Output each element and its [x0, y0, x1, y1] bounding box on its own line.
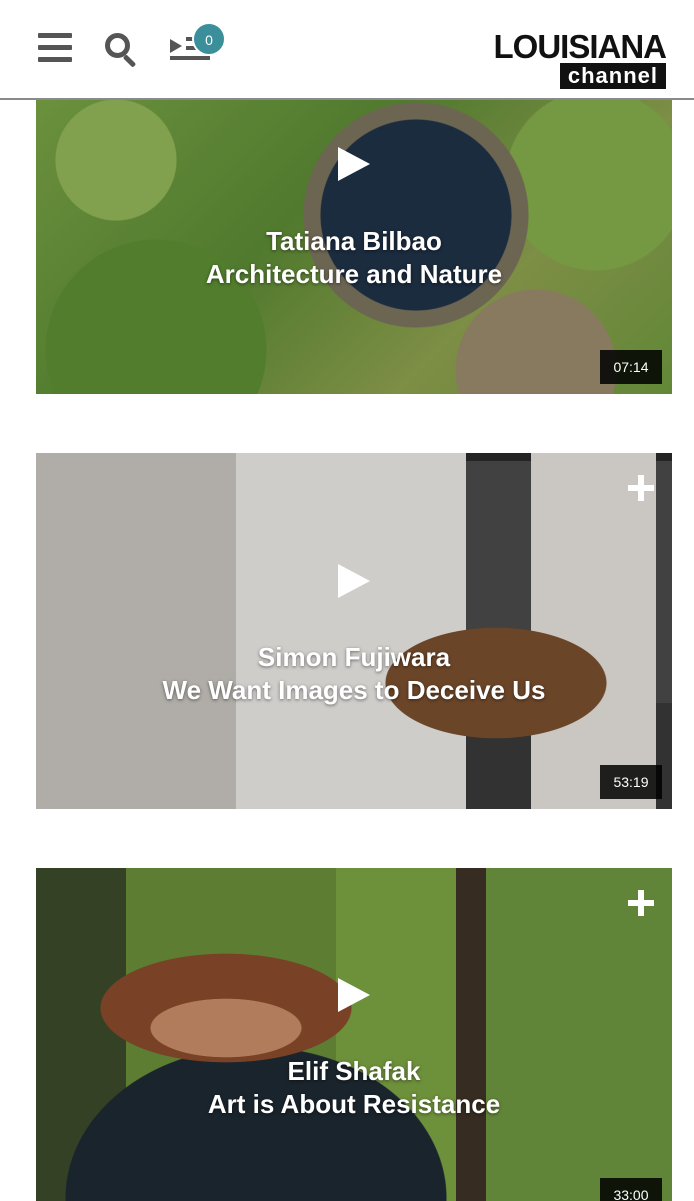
add-to-playlist-icon[interactable]	[628, 890, 654, 916]
search-icon[interactable]	[105, 33, 139, 68]
video-card[interactable]: Tatiana Bilbao Architecture and Nature 0…	[36, 100, 672, 394]
hamburger-menu-icon[interactable]	[38, 33, 72, 63]
louisiana-channel-logo[interactable]: LOUISIANA channel	[460, 28, 668, 90]
video-title-line-2: Art is About Resistance	[207, 1089, 501, 1119]
video-title-line-1: Tatiana Bilbao	[266, 226, 442, 256]
thumbnail-image	[36, 453, 672, 809]
top-header: 0 LOUISIANA channel	[0, 0, 694, 100]
thumbnail-image	[36, 868, 672, 1201]
logo-wordmark: LOUISIANA	[493, 28, 668, 65]
playlist-count-badge[interactable]: 0	[192, 22, 226, 56]
add-to-playlist-icon[interactable]	[628, 475, 654, 501]
duration-badge: 33:00	[600, 1178, 662, 1201]
video-title-line-2: We Want Images to Deceive Us	[162, 675, 546, 705]
duration-badge: 53:19	[600, 765, 662, 799]
video-title: Elif Shafak Art is About Resistance	[36, 1055, 672, 1121]
play-icon[interactable]	[338, 978, 370, 1012]
duration-badge: 07:14	[600, 350, 662, 384]
video-title-line-2: Architecture and Nature	[205, 259, 503, 289]
play-icon[interactable]	[338, 147, 370, 181]
video-title: Tatiana Bilbao Architecture and Nature	[36, 225, 672, 291]
video-card[interactable]: Simon Fujiwara We Want Images to Deceive…	[36, 453, 672, 809]
video-card[interactable]: Elif Shafak Art is About Resistance 33:0…	[36, 868, 672, 1201]
play-icon[interactable]	[338, 564, 370, 598]
video-title-line-1: Elif Shafak	[287, 1056, 421, 1086]
video-title: Simon Fujiwara We Want Images to Deceive…	[36, 641, 672, 707]
video-title-line-1: Simon Fujiwara	[257, 642, 451, 672]
logo-channel-label: channel	[559, 63, 666, 89]
